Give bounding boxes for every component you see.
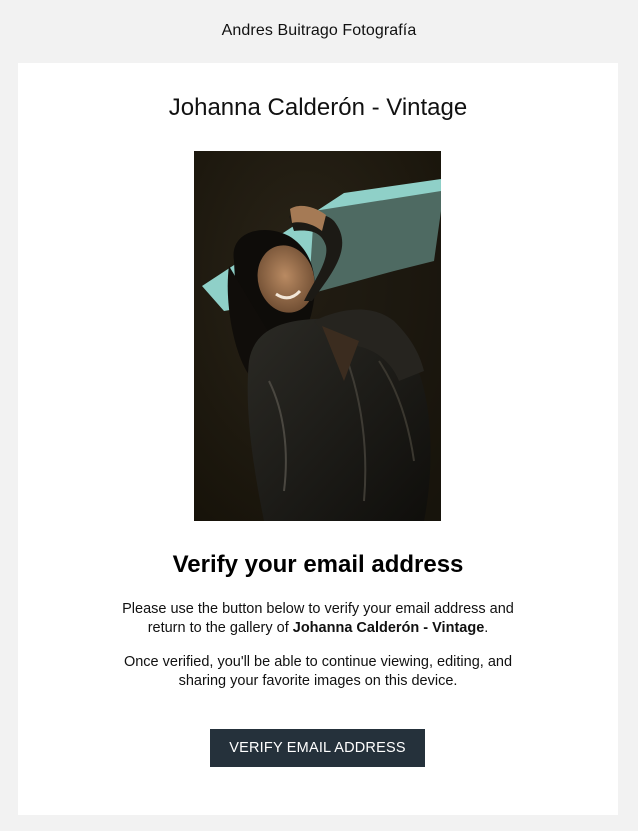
gallery-name-bold: Johanna Calderón - Vintage bbox=[292, 620, 485, 636]
brand-name: Andres Buitrago Fotografía bbox=[221, 22, 417, 39]
brand-header: Andres Buitrago Fotografía bbox=[0, 0, 638, 62]
instructions-period: . bbox=[484, 620, 489, 636]
verify-instructions: Please use the button below to verify yo… bbox=[108, 600, 528, 638]
verify-heading: Verify your email address bbox=[172, 551, 464, 578]
gallery-cover-photo bbox=[194, 151, 441, 521]
email-card: Johanna Calderón - Vintage Verify your e… bbox=[18, 63, 618, 815]
gallery-title: Johanna Calderón - Vintage bbox=[168, 94, 468, 121]
verify-email-button[interactable]: VERIFY EMAIL ADDRESS bbox=[210, 729, 425, 767]
verify-benefits: Once verified, you'll be able to continu… bbox=[123, 654, 513, 689]
